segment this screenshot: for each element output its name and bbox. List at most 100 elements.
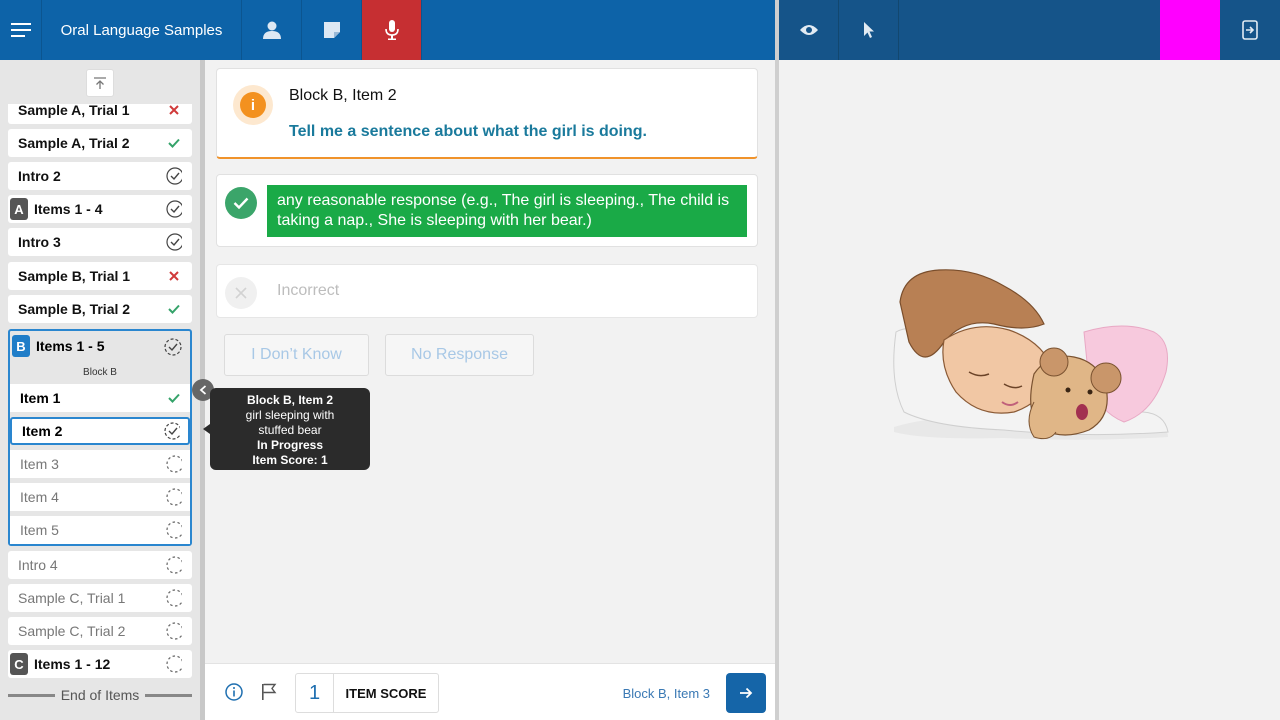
incorrect-option[interactable]: Incorrect [216,264,758,318]
pending-icon [166,622,182,640]
sidebar-item-label: Sample A, Trial 2 [18,135,130,151]
sidebar-item[interactable]: Sample A, Trial 1 [8,102,192,124]
note-icon [323,22,340,38]
sidebar-item[interactable]: Sample C, Trial 2 [8,617,192,645]
tooltip-arrow [203,424,210,434]
sidebar-item[interactable]: Sample B, Trial 2 [8,295,192,323]
microphone-icon [384,20,399,40]
block-label: Items 1 - 5 [36,338,105,354]
sidebar-item[interactable]: Intro 3 [8,228,192,256]
item-score-value: 1 [296,674,334,712]
info-icon: i [240,92,266,118]
sidebar-item[interactable]: A Items 1 - 4 [8,195,192,223]
sidebar-item-label: Sample C, Trial 2 [18,623,126,639]
correct-icon [166,135,182,151]
sidebar-item-label: Sample B, Trial 1 [18,268,131,284]
tooltip-title: Block B, Item 2 [246,393,334,407]
check-circle-icon [225,187,257,219]
block-badge: B [12,335,30,357]
info-badge: i [233,85,273,125]
sidebar-item-label: Sample A, Trial 1 [18,102,130,118]
exit-button[interactable] [1220,0,1280,60]
item-score-box: 1 ITEM SCORE [295,673,439,713]
sidebar-item[interactable]: Item 4 [10,483,190,511]
in-progress-icon [164,338,182,359]
sidebar-item[interactable]: Item 1 [10,384,190,412]
sidebar-item[interactable]: Intro 4 [8,551,192,579]
pending-icon [166,455,182,473]
correct-icon [166,390,182,406]
sidebar-item[interactable]: Intro 2 [8,162,192,190]
sidebar-item-label: Item 1 [20,390,61,406]
tooltip-score: Item Score: 1 [252,453,328,467]
sidebar-item-label: Intro 3 [18,234,61,250]
arrow-right-icon [740,687,753,699]
sidebar-item-label: Items 1 - 12 [34,656,111,672]
user-icon [262,21,281,39]
block-header[interactable]: B Items 1 - 5 [10,331,190,361]
sidebar-item[interactable]: C Items 1 - 12 [8,650,192,678]
no-response-button[interactable]: No Response [385,334,534,376]
incorrect-label: Incorrect [277,282,340,299]
pending-icon [166,556,182,574]
sidebar-item[interactable]: Sample B, Trial 1 [8,262,192,290]
end-of-items: End of Items [8,687,192,703]
next-button[interactable] [726,673,766,713]
item-sidebar: Sample A, Trial 1 Sample A, Trial 2 Intr… [0,60,200,720]
sidebar-item[interactable]: Sample A, Trial 2 [8,129,192,157]
complete-icon [166,200,182,218]
arrow-to-top-icon [94,77,106,89]
sidebar-item-label: Items 1 - 4 [34,201,103,217]
user-button[interactable] [242,0,302,60]
in-progress-icon [164,422,180,440]
next-item-label: Block B, Item 3 [622,686,710,701]
correct-response-option[interactable]: any reasonable response (e.g., The girl … [216,174,758,247]
sidebar-item-label: Sample C, Trial 1 [18,590,126,606]
footer-bar: 1 ITEM SCORE Block B, Item 3 [205,663,775,720]
block-badge: C [10,653,28,675]
correct-response-text: any reasonable response (e.g., The girl … [267,185,747,237]
sidebar-item[interactable]: Item 3 [10,450,190,478]
pending-icon [166,655,182,673]
tooltip-description: girl sleeping with stuffed bear [245,408,335,437]
correct-icon [166,301,182,317]
exit-icon [1242,20,1258,40]
eye-icon [799,25,818,35]
examinee-toolbar [779,0,1280,60]
scroll-top-button[interactable] [86,69,114,97]
sidebar-item-label: Sample B, Trial 2 [18,301,131,317]
block-badge: A [10,198,28,220]
sidebar-item-label: Intro 2 [18,168,61,184]
sidebar-item-label: Item 2 [22,423,63,439]
record-button[interactable] [362,0,422,60]
x-circle-icon [225,277,257,309]
block-b-group: B Items 1 - 5 Block B Item 1 Item 2 Item… [8,329,192,546]
sidebar-item-label: Item 3 [20,456,59,472]
stimulus-picture [893,269,1169,440]
dont-know-button[interactable]: I Don’t Know [224,334,369,376]
pointer-button[interactable] [839,0,899,60]
menu-button[interactable] [0,0,42,60]
top-toolbar: Oral Language Samples [0,0,775,60]
complete-icon [166,167,182,185]
incorrect-icon [166,104,182,118]
incorrect-icon [166,268,182,284]
pending-icon [166,521,182,539]
flag-button[interactable] [261,683,277,706]
chevron-left-icon [199,385,207,395]
sidebar-item[interactable]: Item 5 [10,516,190,544]
info-button[interactable] [225,683,243,706]
flag-icon [262,683,277,700]
menu-icon [10,23,31,37]
notes-button[interactable] [302,0,362,60]
pending-icon [166,488,182,506]
panel-divider[interactable] [775,0,779,720]
view-button[interactable] [779,0,839,60]
complete-icon [166,233,182,251]
sidebar-item-current[interactable]: Item 2 [10,417,190,445]
sidebar-item[interactable]: Sample C, Trial 1 [8,584,192,612]
app-title: Oral Language Samples [42,0,242,60]
info-outline-icon [225,683,243,701]
item-tooltip: Block B, Item 2 girl sleeping with stuff… [210,388,370,470]
item-score-label: ITEM SCORE [345,685,427,701]
